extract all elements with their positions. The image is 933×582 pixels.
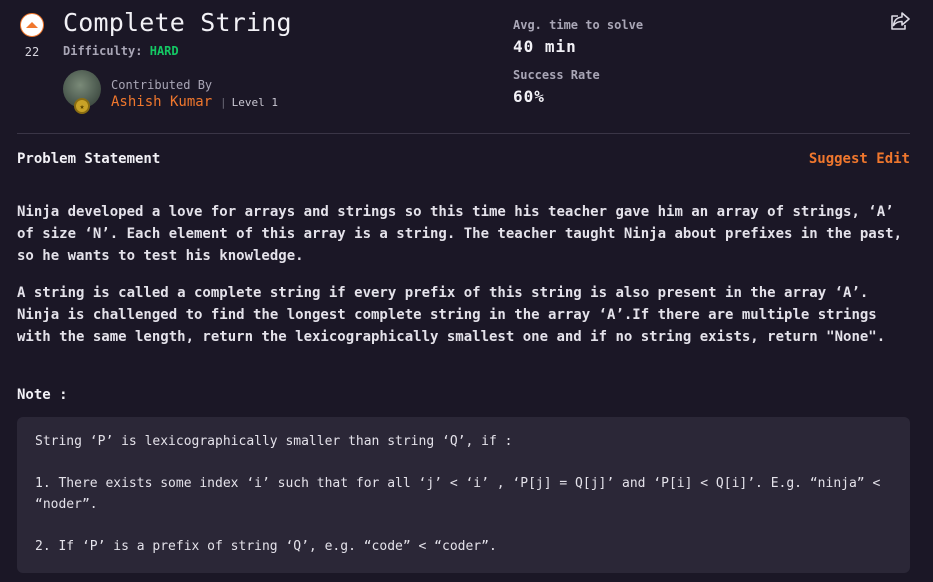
contributed-by-label: Contributed By xyxy=(111,78,213,92)
header-divider xyxy=(17,133,910,134)
contributor-level-text: Level 1 xyxy=(231,96,278,109)
avg-time-label: Avg. time to solve xyxy=(513,18,644,32)
note-label: Note : xyxy=(17,387,68,403)
success-rate-label: Success Rate xyxy=(513,68,600,82)
success-rate-value: 60% xyxy=(513,87,545,106)
contributor-level: | Level 1 xyxy=(220,96,278,109)
share-icon xyxy=(891,12,910,30)
contributor-avatar[interactable]: ★ xyxy=(63,70,101,114)
upvote-chevron-icon xyxy=(26,22,38,28)
note-line-3: 2. If ‘P’ is a prefix of string ‘Q’, e.g… xyxy=(35,539,497,554)
note-box: String ‘P’ is lexicographically smaller … xyxy=(17,417,910,573)
vote-count: 22 xyxy=(24,45,40,59)
difficulty-label: Difficulty: xyxy=(63,44,143,58)
contributor-name[interactable]: Ashish Kumar xyxy=(111,94,212,110)
suggest-edit-link[interactable]: Suggest Edit xyxy=(809,151,910,167)
problem-title: Complete String xyxy=(63,8,292,37)
upvote-button[interactable] xyxy=(20,13,44,37)
note-line-2: 1. There exists some index ‘i’ such that… xyxy=(35,476,881,512)
difficulty-value: HARD xyxy=(149,44,179,58)
note-spacer xyxy=(35,515,892,536)
problem-page: 22 Complete String Difficulty: HARD ★ Co… xyxy=(0,0,933,582)
statement-paragraph-1: Ninja developed a love for arrays and st… xyxy=(17,204,903,264)
statement-paragraph-2: A string is called a complete string if … xyxy=(17,285,886,345)
difficulty: Difficulty: HARD xyxy=(63,44,179,58)
level-medal-icon: ★ xyxy=(74,98,90,114)
problem-statement-heading: Problem Statement xyxy=(17,151,161,167)
level-separator: | xyxy=(220,96,227,109)
avg-time-value: 40 min xyxy=(513,37,577,56)
note-line-1: String ‘P’ is lexicographically smaller … xyxy=(35,434,513,449)
share-button[interactable] xyxy=(888,10,912,32)
note-spacer xyxy=(35,452,892,473)
